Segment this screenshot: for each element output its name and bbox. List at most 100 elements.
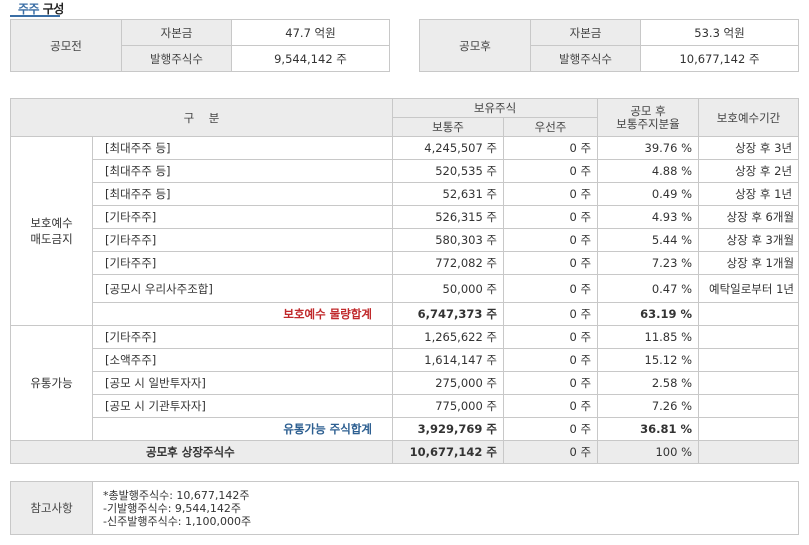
subtotal-ratio-protected: 63.19 % <box>597 302 700 326</box>
row-lockup <box>698 394 800 418</box>
row-common: 52,631 주 <box>392 182 505 206</box>
row-preferred: 0 주 <box>503 371 599 395</box>
table-row: [공모 시 일반투자자] 275,000 주 0 주 2.58 % <box>11 371 800 395</box>
subtotal-row-protected: 보호예수 물량합계 6,747,373 주 0 주 63.19 % <box>11 302 800 326</box>
header-common: 보통주 <box>392 117 505 137</box>
capital-after-table: 공모후 자본금 53.3 억원 발행주식수 10,677,142 주 <box>419 19 799 72</box>
grand-total-lockup <box>698 440 800 464</box>
row-ratio: 4.93 % <box>597 205 700 229</box>
row-common: 580,303 주 <box>392 228 505 252</box>
row-ratio: 2.58 % <box>597 371 700 395</box>
row-name: [최대주주 등] <box>91 136 394 160</box>
section-title-highlight: 주주 <box>18 2 40 16</box>
row-common: 526,315 주 <box>392 205 505 229</box>
notes-line: -기발행주식수: 9,544,142주 <box>103 501 241 515</box>
subtotal-label-tradable: 유통가능 주식합계 <box>91 417 394 441</box>
shareholder-table: 구 분 보유주식 공모 후 보통주지분율 보호예수기간 보통주 우선주 보호예수… <box>9 98 800 464</box>
header-holdings: 보유주식 <box>392 98 599 118</box>
subtotal-common-protected: 6,747,373 주 <box>392 302 505 326</box>
section-title-underline <box>10 15 60 17</box>
header-preferred: 우선주 <box>503 117 599 137</box>
row-name: [공모 시 기관투자자] <box>91 394 394 418</box>
header-ratio: 공모 후 보통주지분율 <box>597 98 700 137</box>
row-preferred: 0 주 <box>503 325 599 349</box>
row-name: [공모시 우리사주조합] <box>91 274 394 303</box>
group-label-protected-line2: 매도금지 <box>30 232 73 246</box>
capital-before-value-0: 47.7 억원 <box>231 19 390 46</box>
subtotal-preferred-protected: 0 주 <box>503 302 599 326</box>
table-row: 보호예수 매도금지 [최대주주 등] 4,245,507 주 0 주 39.76… <box>10 136 800 326</box>
row-common: 4,245,507 주 <box>392 136 505 160</box>
grand-total-row: 공모후 상장주식수 10,677,142 주 0 주 100 % <box>9 440 800 464</box>
row-lockup <box>698 371 800 395</box>
row-name: [소액주주] <box>91 348 394 372</box>
row-common: 1,614,147 주 <box>392 348 505 372</box>
section-title: 주주 구성 <box>18 0 64 16</box>
row-common: 775,000 주 <box>392 394 505 418</box>
row-name: [최대주주 등] <box>91 159 394 183</box>
header-lockup: 보호예수기간 <box>698 98 800 137</box>
row-name: [기타주주] <box>91 251 394 275</box>
table-row: [공모 시 기관투자자] 775,000 주 0 주 7.26 % <box>11 394 800 418</box>
row-lockup: 상장 후 2년 <box>698 159 800 183</box>
group-label-protected: 보호예수 매도금지 <box>10 136 93 326</box>
subtotal-ratio-tradable: 36.81 % <box>597 417 700 441</box>
row-lockup: 예탁일로부터 1년 <box>698 274 800 303</box>
row-lockup <box>698 325 800 349</box>
row-lockup <box>698 348 800 372</box>
capital-before-table: 공모전 자본금 47.7 억원 발행주식수 9,544,142 주 <box>10 19 390 72</box>
row-common: 275,000 주 <box>392 371 505 395</box>
table-row: 유통가능 [기타주주] 1,265,622 주 0 주 11.85 % <box>10 325 800 441</box>
grand-total-common: 10,677,142 주 <box>392 440 505 464</box>
capital-before-value-1: 9,544,142 주 <box>231 45 390 72</box>
header-category: 구 분 <box>9 98 394 137</box>
table-row: [기타주주] 772,082 주 0 주 7.23 % 상장 후 1개월 <box>11 251 800 275</box>
row-lockup: 상장 후 1개월 <box>698 251 800 275</box>
row-name: [공모 시 일반투자자] <box>91 371 394 395</box>
row-preferred: 0 주 <box>503 205 599 229</box>
header-ratio-line2: 보통주지분율 <box>616 116 680 131</box>
capital-before-label: 공모전 <box>10 19 122 72</box>
row-preferred: 0 주 <box>503 274 599 303</box>
row-preferred: 0 주 <box>503 159 599 183</box>
row-ratio: 15.12 % <box>597 348 700 372</box>
subtotal-preferred-tradable: 0 주 <box>503 417 599 441</box>
table-row: [기타주주] 526,315 주 0 주 4.93 % 상장 후 6개월 <box>11 205 800 229</box>
notes-body: *총발행주식수: 10,677,142주 -기발행주식수: 9,544,142주… <box>92 481 799 535</box>
capital-after-key-0: 자본금 <box>530 19 641 46</box>
table-row: [최대주주 등] 520,535 주 0 주 4.88 % 상장 후 2년 <box>11 159 800 183</box>
row-ratio: 5.44 % <box>597 228 700 252</box>
row-common: 520,535 주 <box>392 159 505 183</box>
subtotal-row-tradable: 유통가능 주식합계 3,929,769 주 0 주 36.81 % <box>11 417 800 441</box>
row-preferred: 0 주 <box>503 228 599 252</box>
row-lockup: 상장 후 1년 <box>698 182 800 206</box>
notes-table: 참고사항 *총발행주식수: 10,677,142주 -기발행주식수: 9,544… <box>10 481 799 535</box>
grand-total-preferred: 0 주 <box>503 440 599 464</box>
row-preferred: 0 주 <box>503 394 599 418</box>
row-name: [최대주주 등] <box>91 182 394 206</box>
row-name: [기타주주] <box>91 228 394 252</box>
table-row: [최대주주 등] 52,631 주 0 주 0.49 % 상장 후 1년 <box>11 182 800 206</box>
capital-before-key-1: 발행주식수 <box>121 45 232 72</box>
notes-line: -신주발행주식수: 1,100,000주 <box>103 514 252 528</box>
row-common: 1,265,622 주 <box>392 325 505 349</box>
subtotal-label-protected: 보호예수 물량합계 <box>91 302 394 326</box>
header-ratio-line1: 공모 후 <box>630 103 666 118</box>
row-common: 50,000 주 <box>392 274 505 303</box>
group-label-protected-line1: 보호예수 <box>30 216 73 230</box>
row-ratio: 0.47 % <box>597 274 700 303</box>
subtotal-common-tradable: 3,929,769 주 <box>392 417 505 441</box>
row-ratio: 4.88 % <box>597 159 700 183</box>
table-row: [공모시 우리사주조합] 50,000 주 0 주 0.47 % 예탁일로부터 … <box>11 274 800 303</box>
subtotal-lockup-tradable <box>698 417 800 441</box>
row-ratio: 7.23 % <box>597 251 700 275</box>
row-ratio: 39.76 % <box>597 136 700 160</box>
capital-after-value-0: 53.3 억원 <box>640 19 799 46</box>
capital-after-label: 공모후 <box>419 19 531 72</box>
table-row: [기타주주] 580,303 주 0 주 5.44 % 상장 후 3개월 <box>11 228 800 252</box>
row-name: [기타주주] <box>91 205 394 229</box>
grand-total-ratio: 100 % <box>597 440 700 464</box>
group-label-tradable: 유통가능 <box>10 325 93 441</box>
row-preferred: 0 주 <box>503 136 599 160</box>
table-row: [소액주주] 1,614,147 주 0 주 15.12 % <box>11 348 800 372</box>
